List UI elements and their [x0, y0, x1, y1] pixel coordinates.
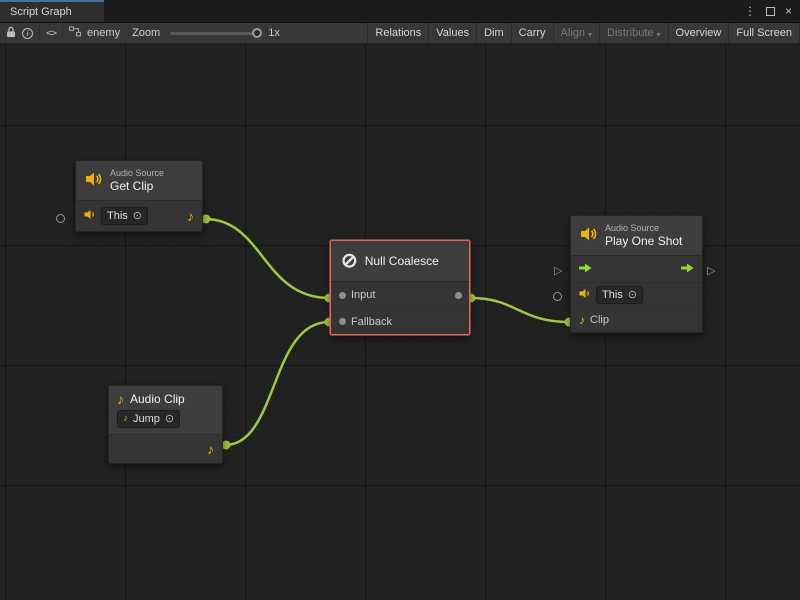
music-note-icon: ♪ — [123, 412, 128, 426]
node-title: Null Coalesce — [365, 254, 439, 268]
relations-button[interactable]: Relations — [367, 23, 428, 43]
toolbar-buttons: Relations Values Dim Carry Align ▾ Distr… — [367, 23, 800, 43]
clip-port-label: Clip — [590, 314, 609, 326]
node-play-one-shot-header[interactable]: Audio Source Play One Shot — [571, 216, 702, 256]
script-graph-window: Script Graph ⋮ × i <> — [0, 0, 800, 600]
graph-toolbar: i <> enemy Zoom 1x Relations — [0, 22, 800, 44]
graph-name-label: enemy — [87, 27, 120, 39]
audioclip-output-icon: ♪ — [187, 209, 194, 223]
fallback-port-row: Fallback — [331, 308, 469, 334]
null-coalesce-icon: ⊘ — [341, 251, 358, 271]
audio-clip-output-row: ♪ — [109, 435, 222, 463]
code-preview-icon[interactable]: <> — [46, 28, 56, 39]
input-port-label: Input — [351, 289, 375, 301]
target-picker-icon[interactable]: ⊙ — [133, 211, 142, 222]
node-null-coalesce-header[interactable]: ⊘ Null Coalesce — [331, 241, 469, 282]
node-category: Audio Source — [605, 223, 682, 234]
speaker-icon — [84, 209, 96, 223]
lock-icon[interactable] — [6, 26, 16, 41]
dim-button[interactable]: Dim — [476, 23, 511, 43]
speaker-icon — [579, 288, 591, 302]
get-clip-this-port[interactable] — [56, 214, 65, 223]
this-dropdown[interactable]: This ⊙ — [596, 286, 643, 304]
graph-asset-icon — [69, 26, 81, 40]
wire-audioclip-to-fallback[interactable] — [225, 322, 329, 445]
result-output-port[interactable] — [455, 292, 462, 299]
values-button[interactable]: Values — [428, 23, 476, 43]
node-null-coalesce[interactable]: ⊘ Null Coalesce Input Fallback — [330, 240, 470, 335]
distribute-dropdown-button: Distribute ▾ — [599, 23, 667, 43]
node-audio-clip-header[interactable]: ♪ Audio Clip ♪ Jump ⊙ — [109, 386, 222, 435]
wire-nullcoalesce-to-clip[interactable] — [471, 298, 569, 322]
this-dropdown[interactable]: This ⊙ — [101, 207, 148, 225]
window-menu-icon[interactable]: ⋮ — [744, 5, 756, 17]
target-picker-icon[interactable]: ⊙ — [628, 290, 637, 301]
node-audio-clip[interactable]: ♪ Audio Clip ♪ Jump ⊙ ♪ — [108, 385, 223, 464]
node-category: Audio Source — [110, 168, 164, 179]
audio-clip-icon: ♪ — [117, 392, 124, 406]
chevron-down-icon: ▾ — [588, 30, 592, 39]
window-maximize-icon[interactable] — [766, 7, 775, 16]
audio-clip-object-dropdown[interactable]: ♪ Jump ⊙ — [117, 410, 180, 428]
flow-out-port[interactable]: ▷ — [707, 266, 715, 277]
node-title: Get Clip — [110, 179, 164, 193]
tab-script-graph[interactable]: Script Graph — [0, 0, 104, 22]
chevron-down-icon: ▾ — [657, 30, 661, 39]
flow-in-port[interactable]: ▷ — [554, 266, 562, 277]
node-play-one-shot[interactable]: Audio Source Play One Shot — [570, 215, 703, 333]
zoom-slider[interactable] — [170, 32, 258, 35]
audioclip-output-icon: ♪ — [207, 442, 214, 456]
node-get-clip-header[interactable]: Audio Source Get Clip — [76, 161, 202, 201]
play-one-shot-this-row: This ⊙ — [571, 282, 702, 307]
window-close-icon[interactable]: × — [785, 5, 792, 17]
flow-row — [571, 256, 702, 282]
zoom-value: 1x — [268, 27, 280, 39]
flow-in-arrow-icon[interactable] — [579, 262, 592, 277]
window-controls: ⋮ × — [736, 0, 800, 22]
input-port-row: Input — [331, 282, 469, 308]
fallback-port-label: Fallback — [351, 316, 392, 328]
graph-canvas[interactable]: Audio Source Get Clip This ⊙ ♪ — [0, 44, 800, 600]
zoom-label: Zoom — [132, 27, 160, 39]
overview-button[interactable]: Overview — [668, 23, 729, 43]
tab-bar: Script Graph ⋮ × — [0, 0, 800, 22]
clip-port-row: ♪ Clip — [571, 307, 702, 332]
tabbar-spacer — [104, 0, 736, 22]
tab-label: Script Graph — [10, 6, 72, 18]
fallback-port[interactable] — [339, 318, 346, 325]
get-clip-this-row: This ⊙ ♪ — [76, 201, 202, 231]
node-get-clip[interactable]: Audio Source Get Clip This ⊙ ♪ — [75, 160, 203, 232]
flow-out-arrow-icon[interactable] — [681, 262, 694, 277]
zoom-slider-knob[interactable] — [252, 28, 262, 38]
full-screen-button[interactable]: Full Screen — [728, 23, 800, 43]
play-one-shot-this-port[interactable] — [553, 292, 562, 301]
audio-source-icon — [85, 171, 103, 190]
wire-getclip-to-input[interactable] — [205, 219, 329, 298]
audio-source-icon — [580, 226, 598, 245]
node-title: Play One Shot — [605, 234, 682, 248]
carry-button[interactable]: Carry — [511, 23, 553, 43]
target-picker-icon[interactable]: ⊙ — [165, 414, 174, 425]
input-port[interactable] — [339, 292, 346, 299]
node-title: Audio Clip — [130, 392, 185, 406]
clip-port-icon: ♪ — [579, 314, 585, 326]
graph-breadcrumb[interactable]: enemy — [63, 23, 126, 43]
align-dropdown-button: Align ▾ — [553, 23, 599, 43]
info-icon[interactable]: i — [22, 28, 33, 39]
